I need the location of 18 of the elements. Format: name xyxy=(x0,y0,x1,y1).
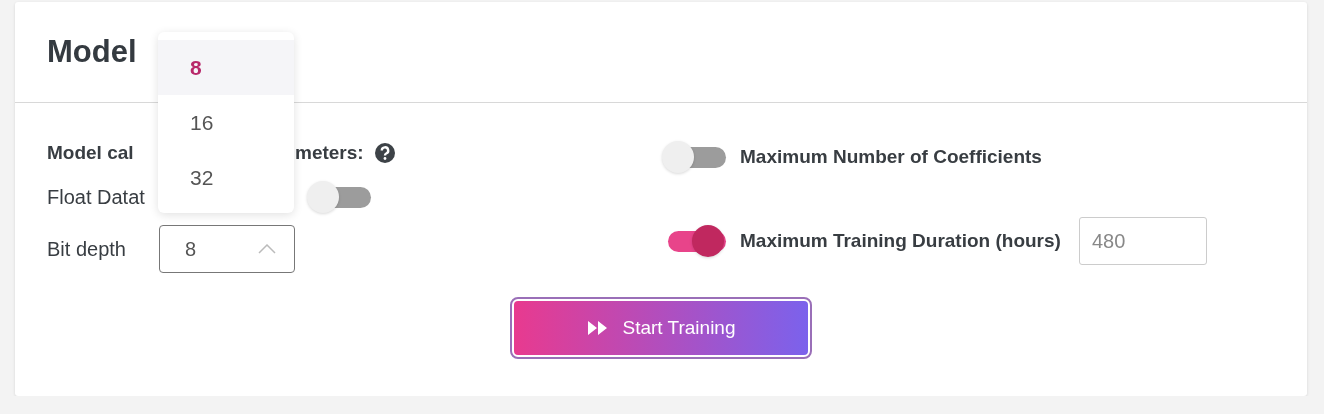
field-label: Float Datat xyxy=(47,185,146,209)
section-label: meters: xyxy=(295,142,364,164)
card-title: Model xyxy=(47,34,137,70)
option-label: Maximum Training Duration (hours) xyxy=(740,230,1061,252)
toggle-switch[interactable] xyxy=(662,139,726,175)
dropdown-option[interactable]: 32 xyxy=(158,150,294,205)
field-label: Bit depth xyxy=(47,237,127,261)
help-icon[interactable] xyxy=(373,142,396,164)
hours-input[interactable]: 480 xyxy=(1078,217,1207,265)
fast-forward-icon xyxy=(586,320,609,336)
dropdown-option[interactable]: 16 xyxy=(158,95,294,150)
bit-depth-select[interactable]: 8 xyxy=(159,225,295,273)
chevron-up-icon xyxy=(258,244,276,254)
start-training-button[interactable]: Start Training xyxy=(512,299,810,357)
section-label: Model cal xyxy=(47,142,135,164)
option-label: Maximum Number of Coefficients xyxy=(740,146,1042,168)
dropdown-option[interactable]: 8 xyxy=(158,40,294,95)
toggle-switch[interactable] xyxy=(307,179,371,215)
